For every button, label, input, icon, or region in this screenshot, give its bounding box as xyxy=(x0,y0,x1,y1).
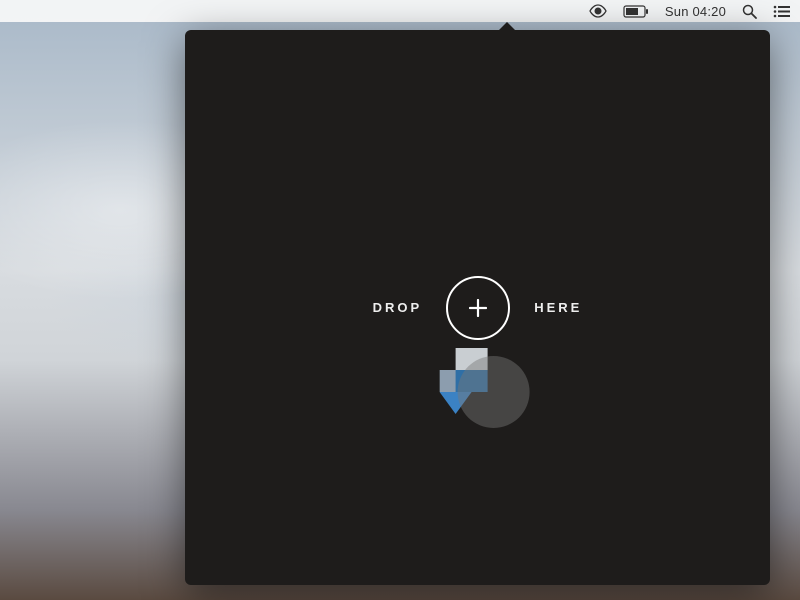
drop-label-left: DROP xyxy=(373,300,423,315)
dropdown-panel: DROP HERE xyxy=(185,30,770,585)
clock[interactable]: Sun 04:20 xyxy=(665,0,726,22)
panel-pointer xyxy=(497,22,517,32)
menubar: Sun 04:20 xyxy=(0,0,800,22)
drop-zone[interactable]: DROP HERE xyxy=(373,276,583,340)
drag-cursor-bubble xyxy=(457,356,529,428)
drop-label-right: HERE xyxy=(534,300,582,315)
plus-circle-icon xyxy=(446,276,510,340)
dropzone-row: DROP HERE xyxy=(373,276,583,340)
eye-icon[interactable] xyxy=(589,0,607,22)
search-icon[interactable] xyxy=(742,0,757,22)
list-icon[interactable] xyxy=(773,0,790,22)
battery-icon[interactable] xyxy=(623,0,649,22)
dragged-file-icon xyxy=(439,348,503,449)
